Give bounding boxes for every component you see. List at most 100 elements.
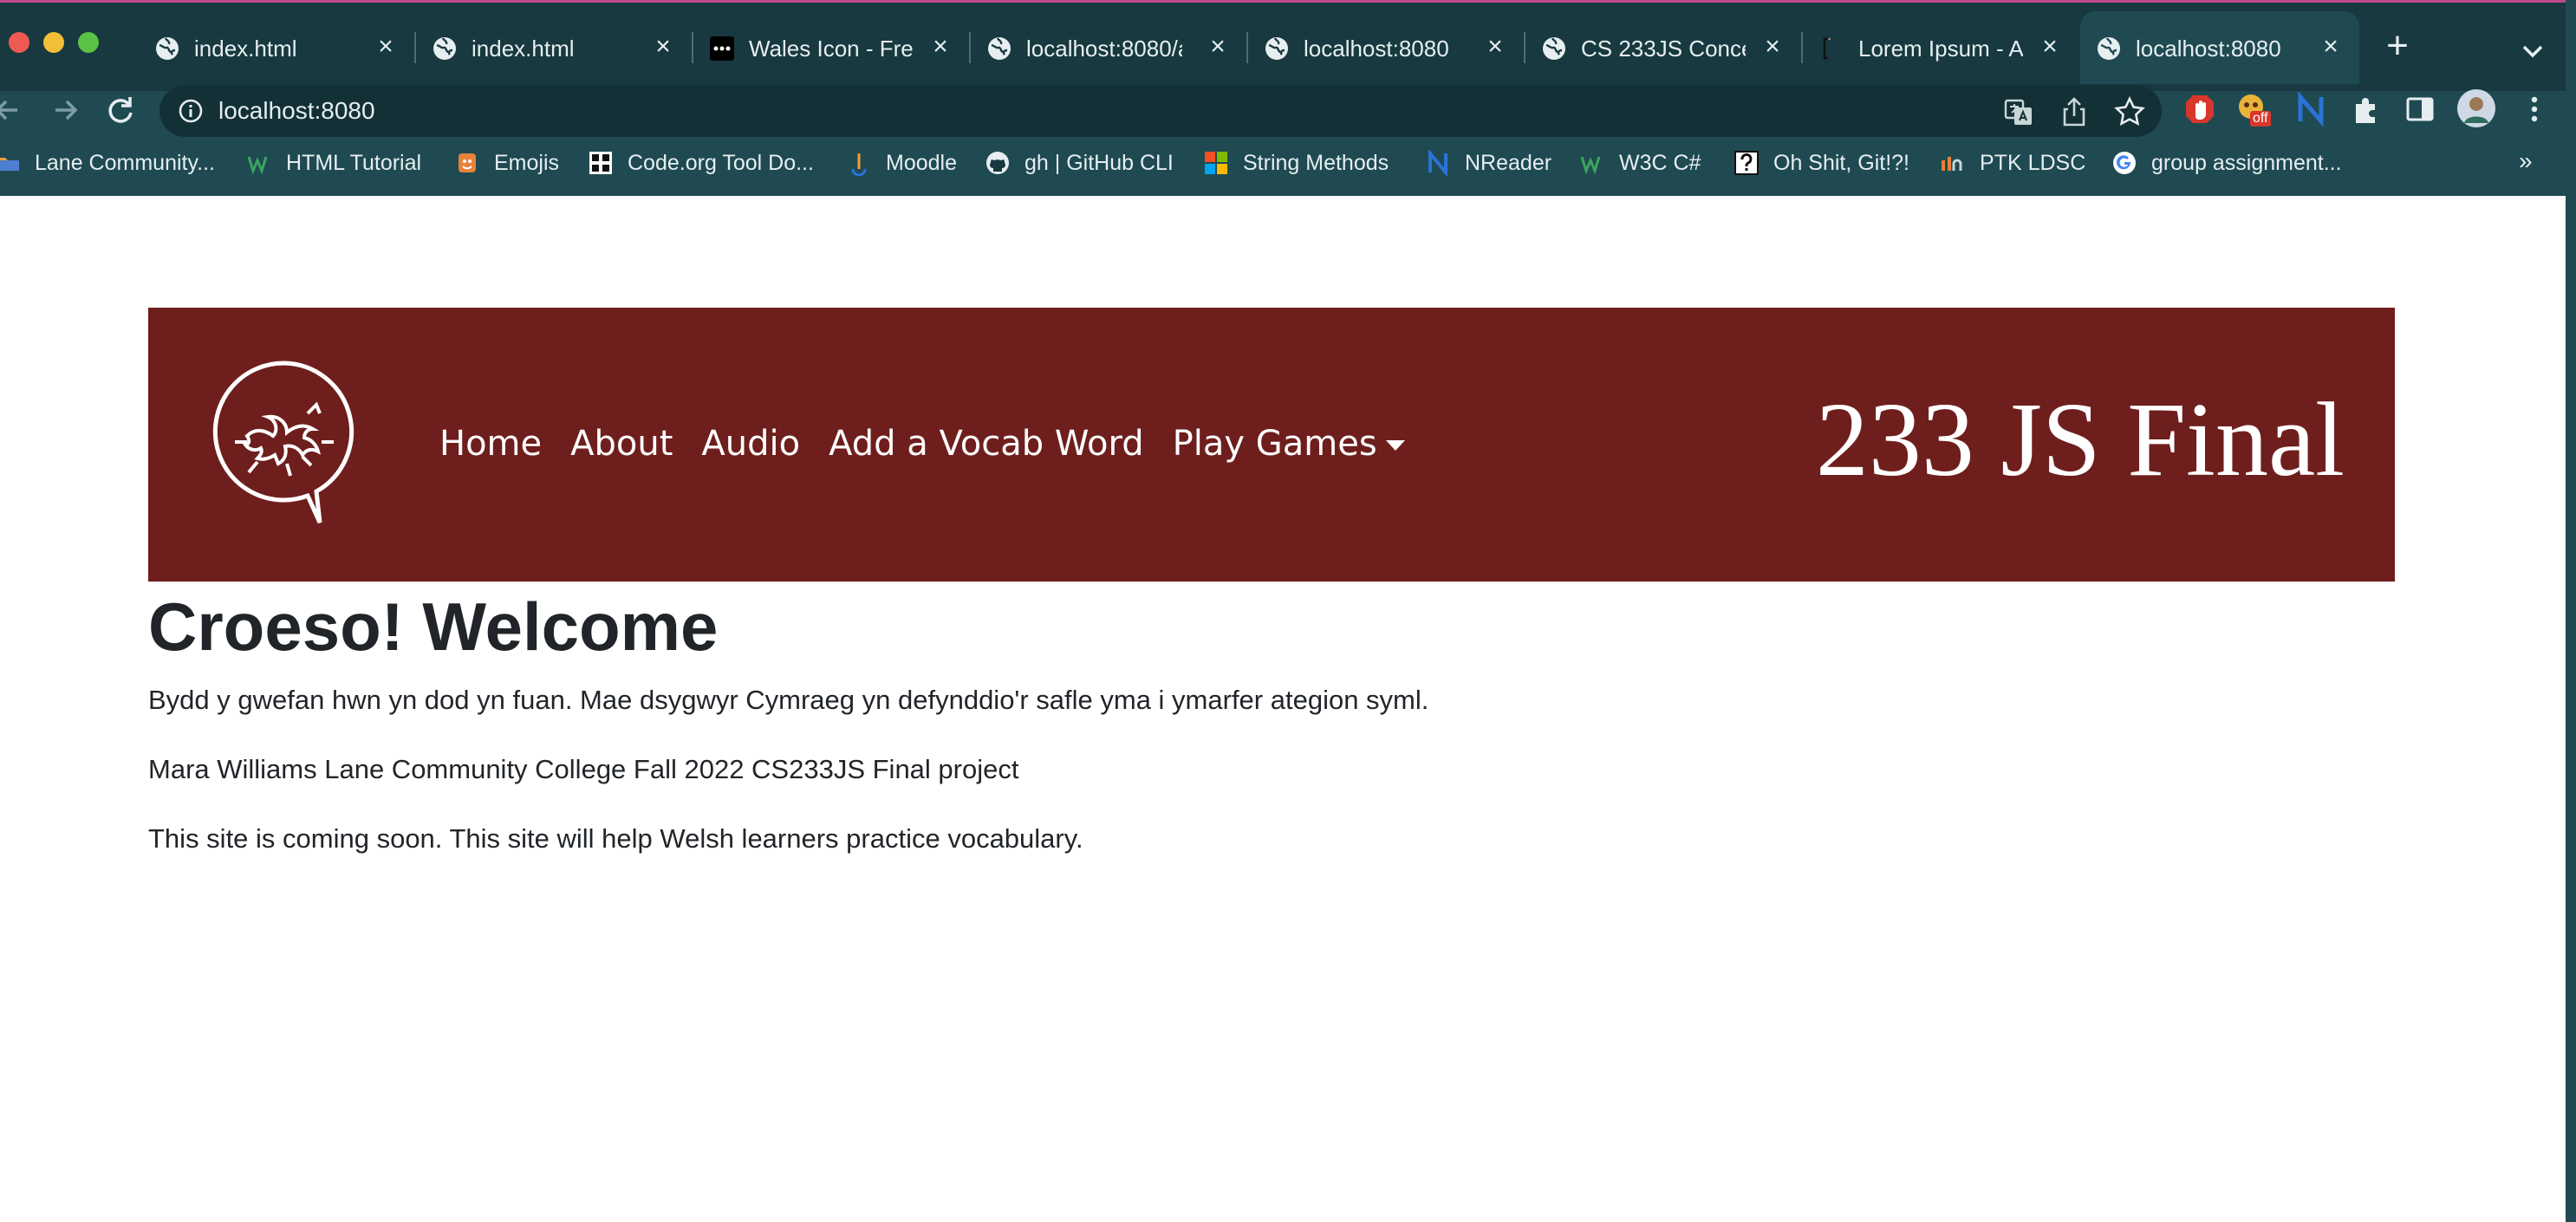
bookmark-group-assignment[interactable]: group assignment... [2111, 146, 2342, 180]
bookmark-label: String Methods [1243, 150, 1389, 175]
w3-icon [1580, 156, 1601, 175]
nav-about-link[interactable]: About [570, 424, 673, 464]
site-title: 233 JS Final [1815, 381, 2345, 498]
globe-icon [988, 37, 1011, 60]
toolbar: localhost:8080 off [0, 81, 2576, 137]
translate-icon[interactable] [2002, 95, 2035, 128]
bookmark-ptk-ldsc[interactable]: PTK LDSC [1940, 146, 2085, 180]
globe-icon [1265, 37, 1288, 60]
site-favicon-dots-icon [710, 36, 734, 61]
minimize-window-button[interactable] [43, 32, 64, 53]
side-panel-icon[interactable] [2403, 92, 2437, 127]
bookmark-w3c-csharp[interactable]: W3C C# [1579, 146, 1701, 180]
puzzle-extensions-icon[interactable] [2349, 92, 2384, 127]
moodle-icon [849, 153, 869, 176]
w3-icon [247, 156, 268, 175]
tab-localhost-active[interactable]: localhost:8080 × [2080, 11, 2359, 84]
n-extension-icon[interactable] [2293, 92, 2328, 127]
tab-title: Lorem Ipsum - Al [1858, 36, 2023, 62]
tab-title: index.html [472, 36, 575, 62]
address-bar[interactable]: localhost:8080 [159, 85, 2162, 137]
bookmark-label: W3C C# [1619, 150, 1701, 175]
bookmark-moodle[interactable]: Moodle [846, 146, 957, 180]
bracket-favicon-icon [1823, 37, 1831, 60]
close-tab-icon[interactable]: × [650, 32, 676, 62]
site-header: Home About Audio Add a Vocab Word Play G… [148, 308, 2395, 582]
nav-play-games-dropdown[interactable]: Play Games [1173, 424, 1405, 464]
bookmark-nreader[interactable]: NReader [1425, 146, 1551, 180]
bookmark-string-methods[interactable]: String Methods [1203, 146, 1389, 180]
zoom-window-button[interactable] [78, 32, 99, 53]
avatar[interactable] [2456, 88, 2496, 128]
tab-localhost-a[interactable]: localhost:8080/a × [971, 11, 1246, 84]
close-tab-icon[interactable]: × [1205, 32, 1231, 62]
emoji-icon [459, 153, 476, 172]
bookmark-label: Moodle [886, 150, 957, 175]
bookmark-oh-shit-git[interactable]: Oh Shit, Git!?! [1734, 146, 1909, 180]
globe-icon [2098, 37, 2120, 60]
tab-title: CS 233JS Conce [1581, 36, 1746, 62]
new-tab-button[interactable]: + [2378, 27, 2417, 67]
back-arrow-icon[interactable] [0, 90, 28, 130]
tab-title: Wales Icon - Free [749, 36, 914, 62]
nav-add-vocab-link[interactable]: Add a Vocab Word [829, 424, 1144, 464]
url-text[interactable]: localhost:8080 [218, 97, 375, 125]
bookmark-label: Oh Shit, Git!?! [1773, 150, 1910, 175]
tab-lorem-ipsum[interactable]: Lorem Ipsum - Al × [1803, 11, 2078, 84]
play-games-label: Play Games [1172, 424, 1377, 464]
tab-title: index.html [194, 36, 297, 62]
window-right-edge [2566, 0, 2576, 1222]
bookmark-label: Code.org Tool Do... [628, 150, 814, 175]
adblock-hand-icon[interactable] [2182, 92, 2217, 127]
share-icon[interactable] [2058, 95, 2091, 128]
bookmark-lane-community[interactable]: Lane Community... [0, 146, 215, 180]
bookmarks-bar: Lane Community... HTML Tutorial Emojis C… [0, 139, 2576, 185]
site-nav: Home About Audio Add a Vocab Word Play G… [439, 422, 1434, 465]
close-tab-icon[interactable]: × [2037, 32, 2063, 62]
close-tab-icon[interactable]: × [1760, 32, 1786, 62]
tab-localhost[interactable]: localhost:8080 × [1248, 11, 1524, 84]
close-tab-icon[interactable]: × [373, 32, 399, 62]
ptk-icon [1942, 157, 1962, 171]
menu-kebab-icon[interactable] [2517, 92, 2552, 127]
folder-icon [0, 158, 19, 171]
tab-index-html-2[interactable]: index.html × [416, 11, 692, 84]
close-tab-icon[interactable]: × [1482, 32, 1508, 62]
welsh-intro-paragraph: Bydd y gwefan hwn yn dod yn fuan. Mae ds… [148, 685, 1429, 715]
reload-icon[interactable] [101, 90, 140, 130]
bookmark-html-tutorial[interactable]: HTML Tutorial [246, 146, 421, 180]
page-heading: Croeso! Welcome [148, 588, 719, 665]
bookmark-emojis[interactable]: Emojis [454, 146, 559, 180]
microsoft-icon [1205, 152, 1227, 174]
tab-index-html-1[interactable]: index.html × [139, 11, 414, 84]
tab-strip: index.html × index.html × Wales Icon - F… [0, 3, 2576, 91]
close-tab-icon[interactable]: × [927, 32, 953, 62]
bookmark-code-org[interactable]: Code.org Tool Do... [588, 146, 814, 180]
welsh-dragon-logo-icon[interactable] [212, 360, 356, 526]
globe-icon [156, 37, 179, 60]
forward-arrow-icon[interactable] [45, 90, 85, 130]
chevron-down-icon[interactable] [2515, 34, 2550, 68]
github-icon [986, 152, 1009, 174]
web-page: Home About Audio Add a Vocab Word Play G… [0, 196, 2576, 1222]
browser-chrome: index.html × index.html × Wales Icon - F… [0, 0, 2576, 196]
tab-wales-icon[interactable]: Wales Icon - Free × [693, 11, 969, 84]
extension-badge-label: off [2250, 111, 2271, 127]
tab-cs233js[interactable]: CS 233JS Conce × [1525, 11, 1801, 84]
tab-title: localhost:8080 [2136, 36, 2281, 62]
star-bookmark-icon[interactable] [2113, 95, 2146, 128]
info-icon[interactable] [177, 97, 205, 125]
close-tab-icon[interactable]: × [2318, 32, 2344, 62]
n-icon [1428, 150, 1447, 176]
bookmark-github-cli[interactable]: gh | GitHub CLI [985, 146, 1174, 180]
bookmark-label: gh | GitHub CLI [1025, 150, 1174, 175]
bookmark-label: Lane Community... [35, 150, 215, 175]
more-bookmarks-chevron-icon[interactable]: » [2519, 147, 2533, 175]
close-window-button[interactable] [9, 32, 29, 53]
nav-home-link[interactable]: Home [439, 424, 542, 464]
bookmark-label: group assignment... [2151, 150, 2342, 175]
tab-title: localhost:8080 [1304, 36, 1449, 62]
extension-off-badge-icon[interactable]: off [2236, 92, 2273, 128]
nav-audio-link[interactable]: Audio [701, 424, 800, 464]
caret-down-icon [1385, 440, 1405, 451]
